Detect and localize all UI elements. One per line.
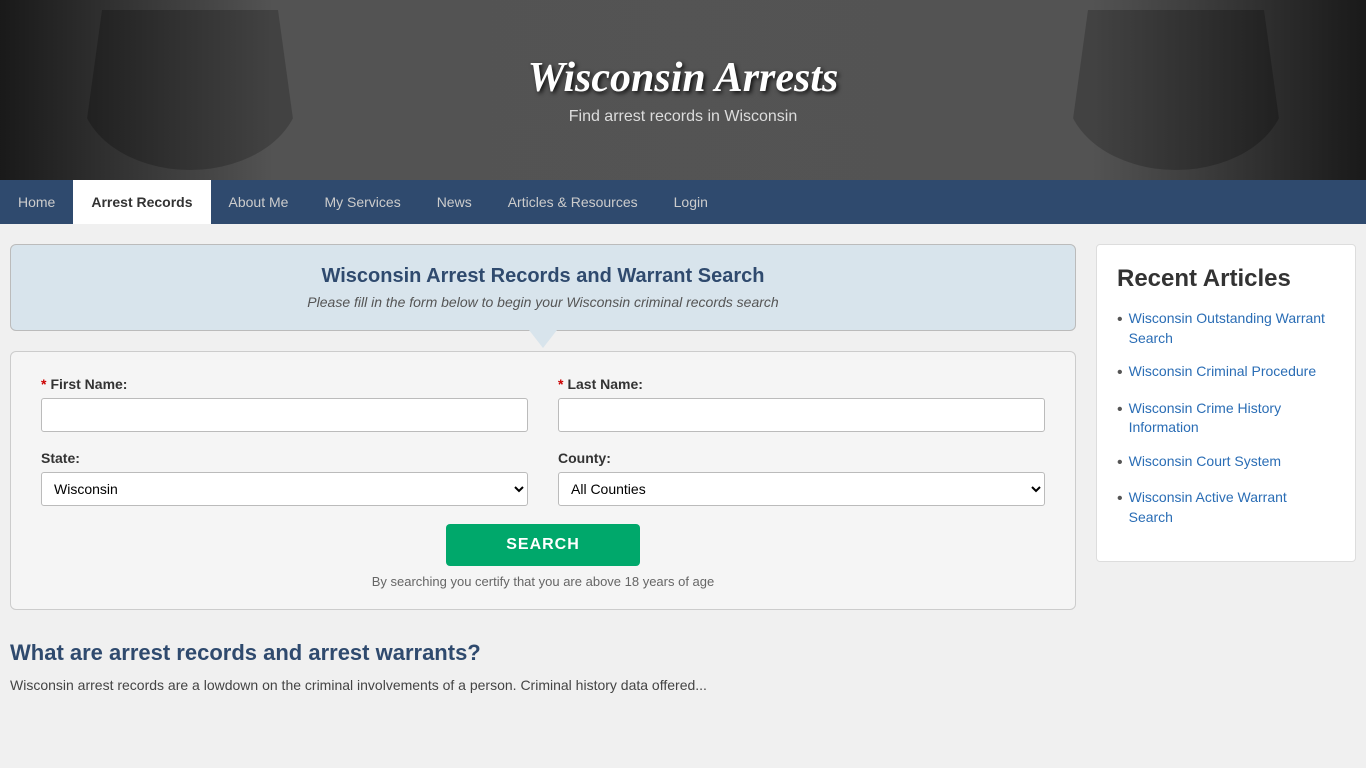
nav-login[interactable]: Login bbox=[656, 180, 726, 224]
sidebar-link-5[interactable]: Wisconsin Active Warrant Search bbox=[1129, 488, 1335, 527]
list-item: • Wisconsin Active Warrant Search bbox=[1117, 488, 1335, 527]
list-item: • Wisconsin Criminal Procedure bbox=[1117, 362, 1335, 384]
bullet-icon-1: • bbox=[1117, 309, 1123, 331]
required-star-first: * bbox=[41, 376, 46, 392]
list-item: • Wisconsin Outstanding Warrant Search bbox=[1117, 309, 1335, 348]
bullet-icon-3: • bbox=[1117, 399, 1123, 421]
first-name-input[interactable] bbox=[41, 398, 528, 432]
site-subtitle: Find arrest records in Wisconsin bbox=[569, 108, 798, 126]
first-name-group: *First Name: bbox=[41, 376, 528, 432]
bottom-text: Wisconsin arrest records are a lowdown o… bbox=[10, 674, 1076, 696]
list-item: • Wisconsin Crime History Information bbox=[1117, 399, 1335, 438]
main-nav: Home Arrest Records About Me My Services… bbox=[0, 180, 1366, 224]
first-name-label: *First Name: bbox=[41, 376, 528, 392]
nav-about-me[interactable]: About Me bbox=[211, 180, 307, 224]
search-header-card: Wisconsin Arrest Records and Warrant Sea… bbox=[10, 244, 1076, 331]
sidebar-article-list: • Wisconsin Outstanding Warrant Search •… bbox=[1117, 309, 1335, 527]
bottom-section: What are arrest records and arrest warra… bbox=[10, 640, 1076, 696]
location-row: State: Wisconsin County: All Counties Ad… bbox=[41, 450, 1045, 506]
state-group: State: Wisconsin bbox=[41, 450, 528, 506]
search-form-card: *First Name: *Last Name: State: Wisconsi… bbox=[10, 351, 1076, 610]
list-item: • Wisconsin Court System bbox=[1117, 452, 1335, 474]
county-group: County: All Counties Adams County Ashlan… bbox=[558, 450, 1045, 506]
search-button[interactable]: SEARCH bbox=[446, 524, 640, 566]
site-title: Wisconsin Arrests bbox=[528, 54, 839, 102]
state-label: State: bbox=[41, 450, 528, 466]
required-star-last: * bbox=[558, 376, 563, 392]
county-label: County: bbox=[558, 450, 1045, 466]
nav-articles[interactable]: Articles & Resources bbox=[490, 180, 656, 224]
name-row: *First Name: *Last Name: bbox=[41, 376, 1045, 432]
sidebar-link-2[interactable]: Wisconsin Criminal Procedure bbox=[1129, 362, 1317, 382]
bullet-icon-4: • bbox=[1117, 452, 1123, 474]
main-container: Wisconsin Arrest Records and Warrant Sea… bbox=[0, 224, 1366, 716]
last-name-label: *Last Name: bbox=[558, 376, 1045, 392]
sidebar-title: Recent Articles bbox=[1117, 265, 1335, 293]
sidebar-card: Recent Articles • Wisconsin Outstanding … bbox=[1096, 244, 1356, 562]
sidebar: Recent Articles • Wisconsin Outstanding … bbox=[1096, 244, 1356, 696]
sidebar-link-3[interactable]: Wisconsin Crime History Information bbox=[1129, 399, 1335, 438]
nav-arrest-records[interactable]: Arrest Records bbox=[73, 180, 210, 224]
bottom-heading: What are arrest records and arrest warra… bbox=[10, 640, 1076, 666]
state-select[interactable]: Wisconsin bbox=[41, 472, 528, 506]
county-select[interactable]: All Counties Adams County Ashland County… bbox=[558, 472, 1045, 506]
search-card-title: Wisconsin Arrest Records and Warrant Sea… bbox=[41, 265, 1045, 288]
bullet-icon-2: • bbox=[1117, 362, 1123, 384]
nav-news[interactable]: News bbox=[419, 180, 490, 224]
bullet-icon-5: • bbox=[1117, 488, 1123, 510]
content-area: Wisconsin Arrest Records and Warrant Sea… bbox=[10, 244, 1076, 696]
sidebar-link-4[interactable]: Wisconsin Court System bbox=[1129, 452, 1281, 472]
search-card-subtitle: Please fill in the form below to begin y… bbox=[41, 294, 1045, 310]
sidebar-link-1[interactable]: Wisconsin Outstanding Warrant Search bbox=[1129, 309, 1335, 348]
search-disclaimer: By searching you certify that you are ab… bbox=[41, 574, 1045, 589]
nav-services[interactable]: My Services bbox=[306, 180, 418, 224]
last-name-group: *Last Name: bbox=[558, 376, 1045, 432]
last-name-input[interactable] bbox=[558, 398, 1045, 432]
nav-home[interactable]: Home bbox=[0, 180, 73, 224]
page-header: Wisconsin Arrests Find arrest records in… bbox=[0, 0, 1366, 180]
